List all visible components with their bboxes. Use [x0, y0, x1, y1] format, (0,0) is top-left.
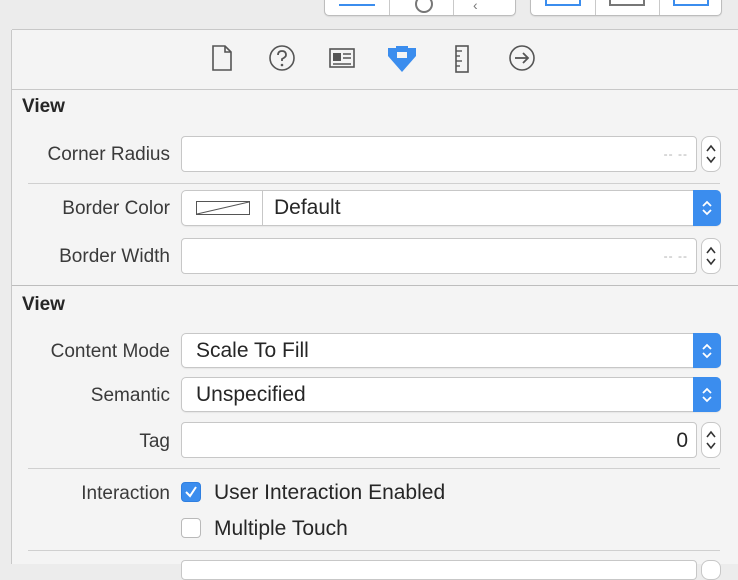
tag-field[interactable]: 0: [181, 422, 697, 458]
attributes-inspector-tab[interactable]: [386, 44, 416, 72]
semantic-popup[interactable]: Unspecified: [181, 377, 721, 412]
ruler-icon: [455, 45, 469, 73]
content-mode-popup-arrow[interactable]: [693, 333, 721, 368]
tag-value: 0: [676, 429, 688, 452]
next-field-partial[interactable]: [181, 560, 697, 580]
next-stepper-partial[interactable]: [701, 560, 721, 580]
section-title-view-1: View: [22, 96, 65, 117]
row-divider: [28, 468, 720, 469]
section-title-view-2: View: [22, 294, 65, 315]
navigator-toggle-indicator: [339, 4, 375, 6]
border-color-popup-arrow[interactable]: [693, 190, 721, 226]
corner-radius-field[interactable]: -- --: [181, 136, 697, 172]
corner-radius-placeholder: -- --: [663, 147, 688, 161]
user-interaction-enabled-checkbox[interactable]: [181, 482, 201, 502]
no-color-swatch-icon: [196, 201, 250, 215]
tag-label: Tag: [139, 431, 170, 452]
border-width-field[interactable]: -- --: [181, 238, 697, 274]
identity-inspector-tab[interactable]: [328, 44, 356, 72]
question-icon: [269, 45, 295, 71]
content-mode-value: Scale To Fill: [196, 339, 309, 362]
corner-radius-stepper[interactable]: [701, 136, 721, 172]
multiple-touch-label[interactable]: Multiple Touch: [214, 517, 348, 541]
stepper-arrows-icon: [706, 246, 716, 266]
inspector-tab-bar: [12, 30, 738, 90]
content-mode-popup[interactable]: Scale To Fill: [181, 333, 721, 368]
toolbar-segmented-control-left[interactable]: ‹: [324, 0, 516, 16]
utilities-panel-icon: [673, 0, 709, 6]
document-icon: [212, 45, 232, 71]
size-inspector-tab[interactable]: [450, 44, 478, 73]
stepper-arrows-icon: [706, 144, 716, 164]
popup-chevrons-icon: [702, 343, 712, 358]
arrow-circle-icon: [509, 45, 535, 71]
color-well[interactable]: [182, 191, 263, 225]
popup-chevrons-icon: [702, 387, 712, 402]
debug-panel-icon: [609, 0, 645, 6]
multiple-touch-checkbox[interactable]: [181, 518, 201, 538]
border-width-label: Border Width: [59, 246, 170, 267]
tab-bar-divider: [12, 89, 738, 90]
back-chevron-icon: ‹: [473, 0, 478, 13]
identity-card-icon: [329, 48, 355, 68]
semantic-label: Semantic: [90, 385, 170, 406]
semantic-popup-arrow[interactable]: [693, 377, 721, 412]
border-width-stepper[interactable]: [701, 238, 721, 274]
tag-stepper[interactable]: [701, 422, 721, 458]
popup-chevrons-icon: [702, 200, 712, 216]
border-color-popup[interactable]: Default: [181, 190, 721, 226]
navigator-panel-icon: [545, 0, 581, 6]
editor-gutter: [0, 30, 11, 564]
debug-area-icon: [415, 0, 433, 13]
border-width-placeholder: -- --: [663, 249, 688, 263]
row-divider: [28, 183, 720, 184]
attributes-arrow-icon: [388, 46, 416, 72]
section-divider: [12, 285, 738, 286]
toolbar-segmented-control-right[interactable]: [530, 0, 722, 16]
corner-radius-label: Corner Radius: [47, 144, 171, 165]
checkmark-icon: [185, 486, 197, 498]
border-color-value: Default: [274, 196, 341, 219]
content-mode-label: Content Mode: [50, 341, 170, 362]
user-interaction-enabled-label[interactable]: User Interaction Enabled: [214, 481, 445, 505]
border-color-label: Border Color: [62, 198, 170, 219]
row-divider: [28, 550, 720, 551]
connections-inspector-tab[interactable]: [508, 44, 536, 72]
quick-help-tab[interactable]: [268, 44, 296, 72]
file-inspector-tab[interactable]: [208, 44, 236, 72]
stepper-arrows-icon: [706, 430, 716, 450]
semantic-value: Unspecified: [196, 383, 306, 406]
interaction-label: Interaction: [81, 483, 170, 504]
